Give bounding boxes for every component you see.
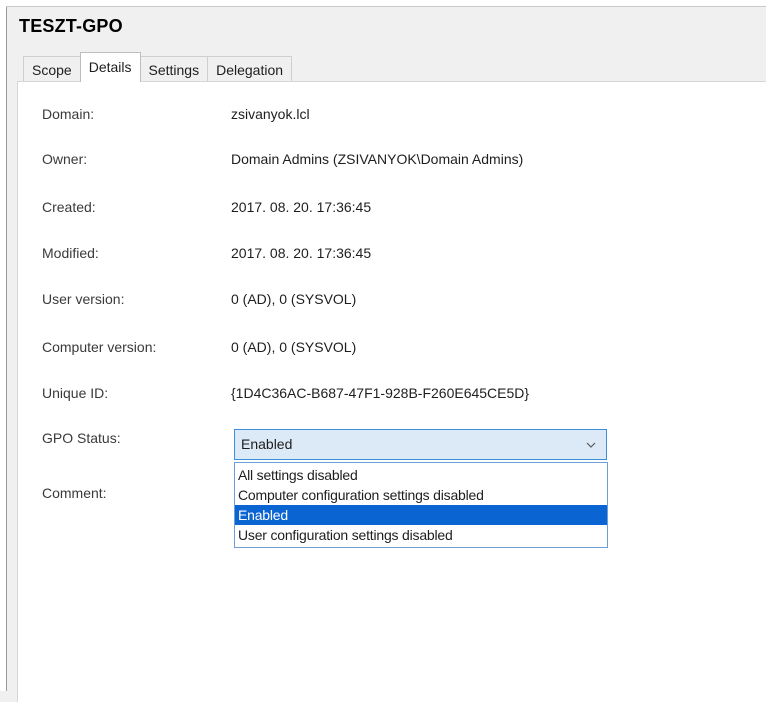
window-top-edge [6, 0, 766, 7]
user-version-value: 0 (AD), 0 (SYSVOL) [231, 291, 357, 307]
tab-settings[interactable]: Settings [139, 56, 209, 82]
owner-value: Domain Admins (ZSIVANYOK\Domain Admins) [231, 151, 524, 167]
gpo-status-selected-value: Enabled [241, 436, 293, 452]
computer-version-label: Computer version: [42, 339, 157, 355]
gpo-status-dropdown-list: All settings disabled Computer configura… [234, 462, 608, 548]
gpo-title: TESZT-GPO [19, 16, 123, 36]
comment-label: Comment: [42, 485, 107, 501]
option-enabled[interactable]: Enabled [235, 505, 607, 525]
domain-label: Domain: [42, 106, 95, 122]
owner-label: Owner: [42, 151, 88, 167]
gpo-status-combobox[interactable]: Enabled [234, 429, 607, 460]
window-left-edge [0, 0, 7, 691]
unique-id-label: Unique ID: [42, 385, 109, 401]
tab-details[interactable]: Details [79, 52, 141, 82]
option-computer-config-disabled[interactable]: Computer configuration settings disabled [235, 485, 607, 505]
modified-value: 2017. 08. 20. 17:36:45 [231, 245, 372, 261]
option-user-config-disabled[interactable]: User configuration settings disabled [235, 525, 607, 545]
details-panel: Domain: zsivanyok.lcl Owner: Domain Admi… [17, 81, 766, 702]
created-label: Created: [42, 199, 96, 215]
unique-id-value: {1D4C36AC-B687-47F1-928B-F260E645CE5D} [231, 385, 530, 401]
computer-version-value: 0 (AD), 0 (SYSVOL) [231, 339, 357, 355]
tab-strip: Scope Details Settings Delegation [23, 52, 293, 82]
user-version-label: User version: [42, 291, 125, 307]
modified-label: Modified: [42, 245, 99, 261]
created-value: 2017. 08. 20. 17:36:45 [231, 199, 372, 215]
tab-scope[interactable]: Scope [23, 56, 81, 82]
gpo-status-label: GPO Status: [42, 430, 121, 446]
option-all-settings-disabled[interactable]: All settings disabled [235, 465, 607, 485]
chevron-down-icon[interactable] [584, 438, 598, 452]
tab-delegation[interactable]: Delegation [207, 56, 293, 82]
domain-value: zsivanyok.lcl [231, 106, 310, 122]
